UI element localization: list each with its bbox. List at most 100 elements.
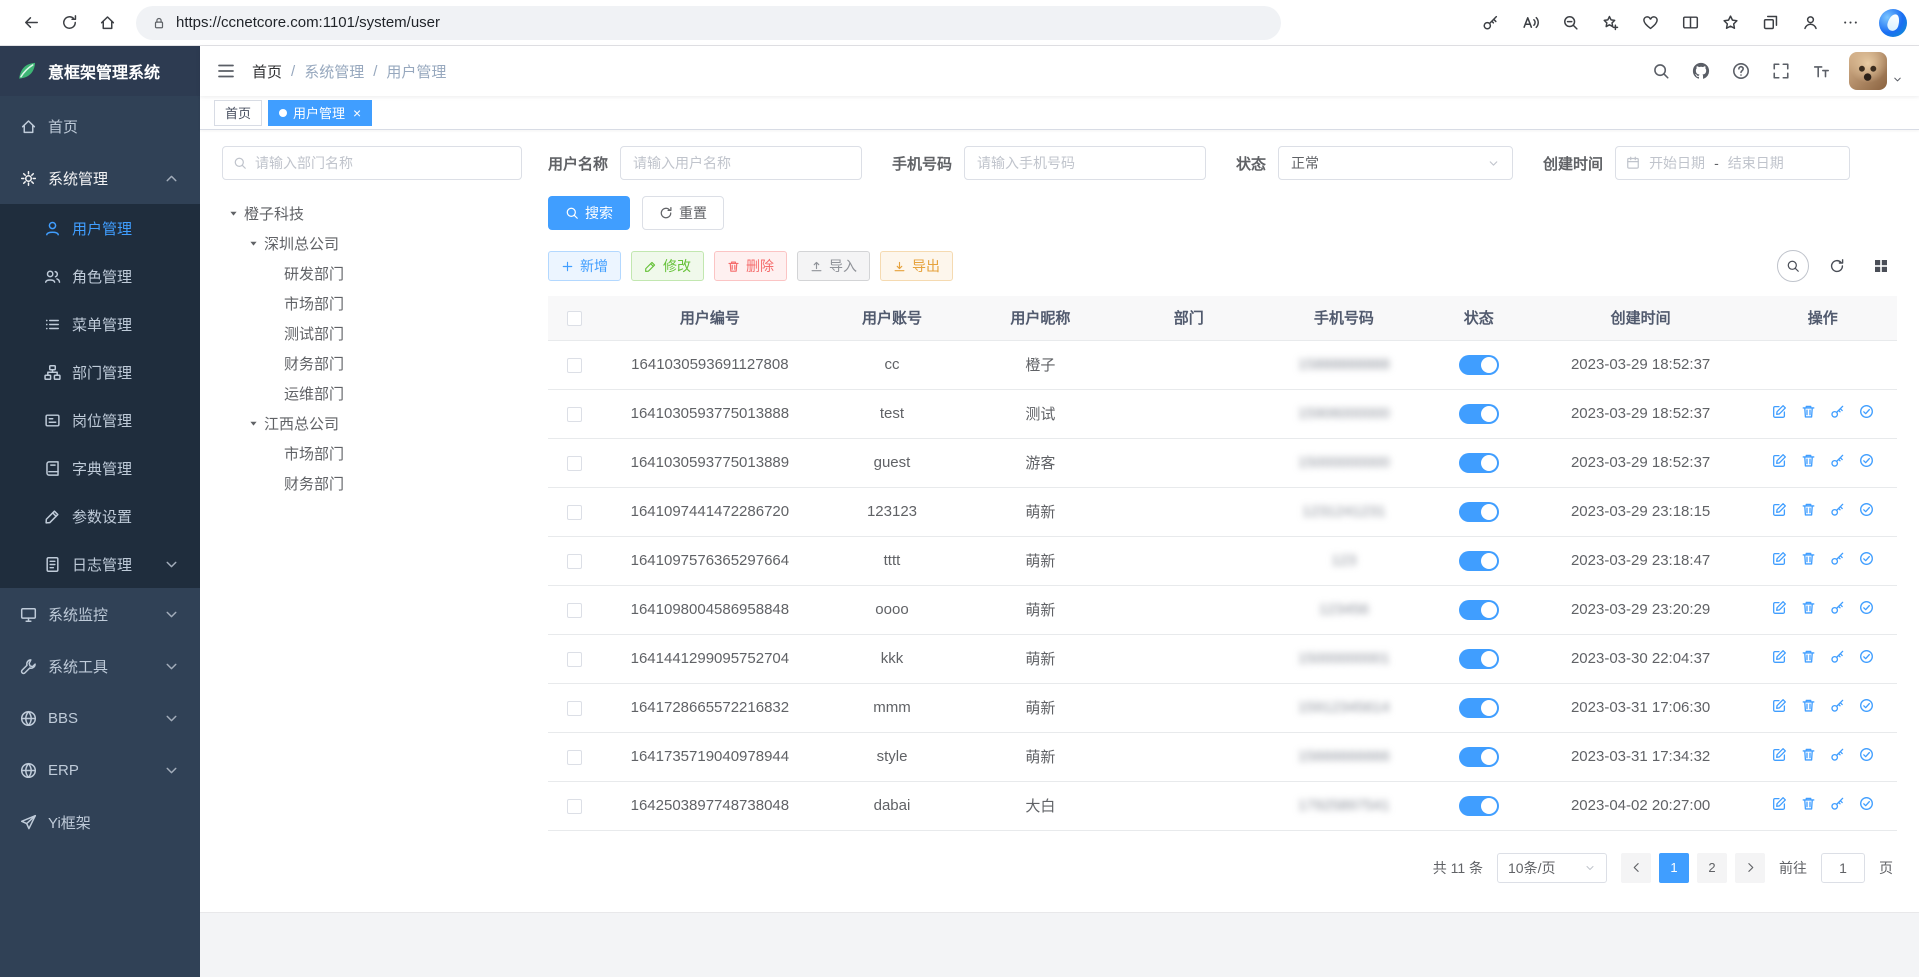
reset-password-icon[interactable] — [1830, 649, 1845, 664]
browser-essentials-button[interactable] — [1631, 5, 1669, 41]
row-checkbox[interactable] — [567, 407, 582, 422]
sidebar-item-home[interactable]: 首页 — [0, 100, 200, 152]
github-button[interactable] — [1681, 51, 1721, 91]
sidebar-item-bbs[interactable]: BBS — [0, 692, 200, 744]
row-checkbox[interactable] — [567, 750, 582, 765]
search-button[interactable] — [1641, 51, 1681, 91]
export-button[interactable]: 导出 — [880, 251, 953, 281]
assign-role-icon[interactable] — [1859, 649, 1874, 664]
status-select[interactable]: 正常 — [1278, 146, 1513, 180]
font-size-button[interactable] — [1801, 51, 1841, 91]
add-favorite-button[interactable] — [1591, 5, 1629, 41]
phone-input[interactable] — [964, 146, 1206, 180]
assign-role-icon[interactable] — [1859, 796, 1874, 811]
username-input[interactable] — [620, 146, 862, 180]
user-avatar[interactable] — [1849, 52, 1887, 90]
dept-search-input[interactable] — [255, 155, 511, 171]
sidebar-item-system-monitor[interactable]: 系统监控 — [0, 588, 200, 640]
edit-button[interactable]: 修改 — [631, 251, 704, 281]
delete-icon[interactable] — [1801, 747, 1816, 762]
copilot-button[interactable] — [1879, 9, 1907, 37]
select-all-checkbox[interactable] — [567, 311, 582, 326]
sidebar-item-user-management[interactable]: 用户管理 — [0, 204, 200, 252]
close-icon[interactable]: × — [353, 106, 361, 120]
assign-role-icon[interactable] — [1859, 698, 1874, 713]
reset-password-icon[interactable] — [1830, 600, 1845, 615]
status-toggle[interactable] — [1459, 453, 1499, 473]
assign-role-icon[interactable] — [1859, 600, 1874, 615]
sidebar-item-dict-management[interactable]: 字典管理 — [0, 444, 200, 492]
toggle-search-button[interactable] — [1777, 250, 1809, 282]
fullscreen-button[interactable] — [1761, 51, 1801, 91]
address-bar[interactable]: https://ccnetcore.com:1101/system/user — [136, 6, 1281, 40]
delete-icon[interactable] — [1801, 796, 1816, 811]
collapse-sidebar-icon[interactable] — [216, 61, 236, 81]
reset-password-icon[interactable] — [1830, 747, 1845, 762]
sidebar-item-post-management[interactable]: 岗位管理 — [0, 396, 200, 444]
status-toggle[interactable] — [1459, 355, 1499, 375]
back-button[interactable] — [12, 5, 50, 41]
page-button-1[interactable]: 1 — [1659, 853, 1689, 883]
assign-role-icon[interactable] — [1859, 551, 1874, 566]
sidebar-item-dept-management[interactable]: 部门管理 — [0, 348, 200, 396]
sidebar-item-menu-management[interactable]: 菜单管理 — [0, 300, 200, 348]
row-checkbox[interactable] — [567, 358, 582, 373]
sidebar-item-param-settings[interactable]: 参数设置 — [0, 492, 200, 540]
reset-password-icon[interactable] — [1830, 698, 1845, 713]
reset-password-icon[interactable] — [1830, 502, 1845, 517]
search-button[interactable]: 搜索 — [548, 196, 630, 230]
collections-button[interactable] — [1751, 5, 1789, 41]
row-checkbox[interactable] — [567, 799, 582, 814]
tree-node[interactable]: 财务部门 — [222, 468, 522, 498]
delete-icon[interactable] — [1801, 649, 1816, 664]
tree-node[interactable]: 深圳总公司 — [222, 228, 522, 258]
edit-icon[interactable] — [1772, 600, 1787, 615]
edit-icon[interactable] — [1772, 747, 1787, 762]
date-range-picker[interactable]: 开始日期 - 结束日期 — [1615, 146, 1850, 180]
home-button[interactable] — [88, 5, 126, 41]
assign-role-icon[interactable] — [1859, 453, 1874, 468]
edit-icon[interactable] — [1772, 796, 1787, 811]
edit-icon[interactable] — [1772, 502, 1787, 517]
zoom-button[interactable] — [1551, 5, 1589, 41]
tab-user-management[interactable]: 用户管理× — [268, 100, 372, 126]
tree-node[interactable]: 研发部门 — [222, 258, 522, 288]
assign-role-icon[interactable] — [1859, 502, 1874, 517]
sidebar-item-system-tools[interactable]: 系统工具 — [0, 640, 200, 692]
delete-icon[interactable] — [1801, 453, 1816, 468]
row-checkbox[interactable] — [567, 652, 582, 667]
more-button[interactable] — [1831, 5, 1869, 41]
row-checkbox[interactable] — [567, 554, 582, 569]
reset-password-icon[interactable] — [1830, 453, 1845, 468]
edit-icon[interactable] — [1772, 404, 1787, 419]
sidebar-item-role-management[interactable]: 角色管理 — [0, 252, 200, 300]
delete-icon[interactable] — [1801, 404, 1816, 419]
reset-password-icon[interactable] — [1830, 551, 1845, 566]
status-toggle[interactable] — [1459, 796, 1499, 816]
status-toggle[interactable] — [1459, 747, 1499, 767]
import-button[interactable]: 导入 — [797, 251, 870, 281]
edit-icon[interactable] — [1772, 698, 1787, 713]
status-toggle[interactable] — [1459, 649, 1499, 669]
goto-page-input[interactable] — [1821, 853, 1865, 883]
status-toggle[interactable] — [1459, 600, 1499, 620]
delete-icon[interactable] — [1801, 698, 1816, 713]
reset-button[interactable]: 重置 — [642, 196, 724, 230]
edit-icon[interactable] — [1772, 453, 1787, 468]
row-checkbox[interactable] — [567, 505, 582, 520]
status-toggle[interactable] — [1459, 698, 1499, 718]
page-button-2[interactable]: 2 — [1697, 853, 1727, 883]
edit-icon[interactable] — [1772, 649, 1787, 664]
page-size-select[interactable]: 10条/页 — [1497, 853, 1607, 883]
breadcrumb-item[interactable]: 首页 — [252, 61, 282, 82]
delete-icon[interactable] — [1801, 551, 1816, 566]
sidebar-item-log-management[interactable]: 日志管理 — [0, 540, 200, 588]
prev-page-button[interactable] — [1621, 853, 1651, 883]
add-button[interactable]: 新增 — [548, 251, 621, 281]
password-key-button[interactable] — [1471, 5, 1509, 41]
status-toggle[interactable] — [1459, 551, 1499, 571]
edit-icon[interactable] — [1772, 551, 1787, 566]
row-checkbox[interactable] — [567, 603, 582, 618]
delete-icon[interactable] — [1801, 502, 1816, 517]
assign-role-icon[interactable] — [1859, 747, 1874, 762]
